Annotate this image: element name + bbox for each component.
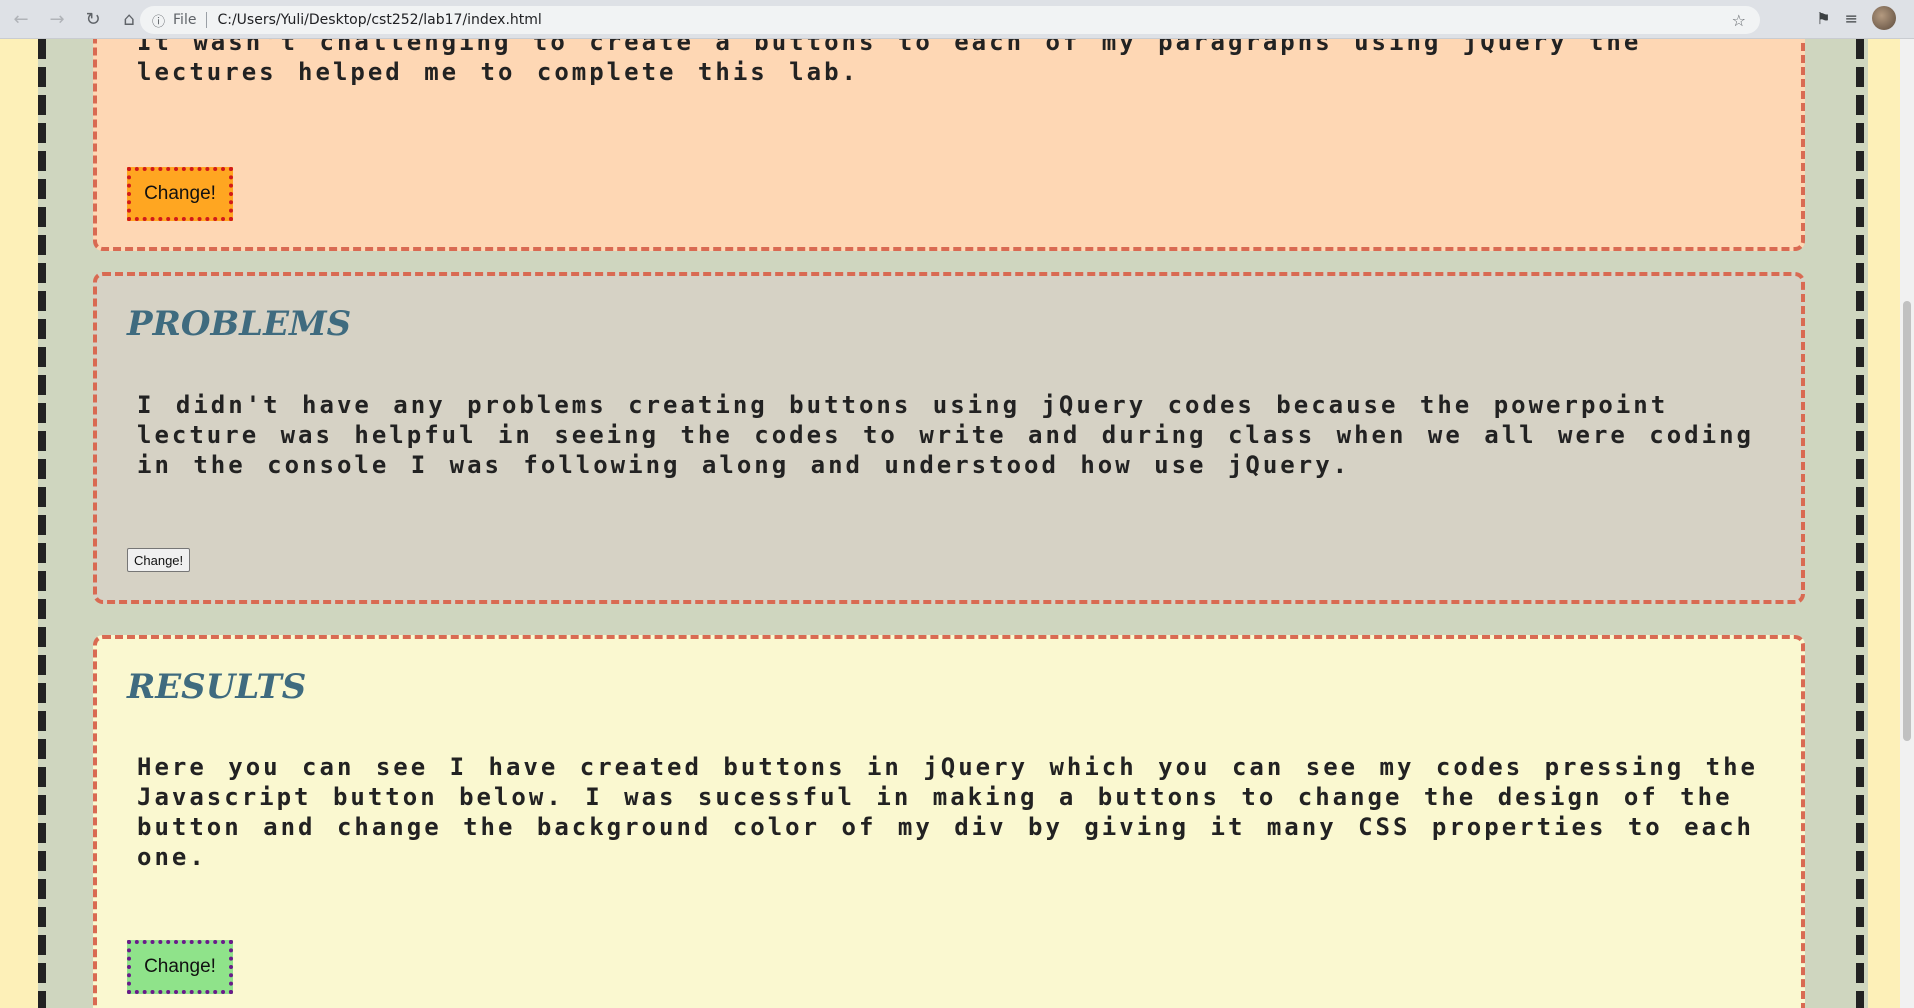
problems-title: PROBLEMS <box>127 304 352 344</box>
page-viewport: It wasn't challenging to create a button… <box>0 39 1900 1008</box>
right-dashed-border <box>1856 39 1864 1008</box>
left-dashed-border <box>38 39 46 1008</box>
scheme-label: File <box>173 12 197 28</box>
results-title: RESULTS <box>127 667 307 707</box>
address-divider <box>206 12 208 28</box>
scrollbar-thumb[interactable] <box>1903 301 1911 741</box>
problems-paragraph: I didn't have any problems creating butt… <box>137 391 1754 479</box>
forward-icon[interactable]: → <box>42 4 72 34</box>
address-bar[interactable]: ⓘ File C:/Users/Yuli/Desktop/cst252/lab1… <box>140 6 1760 34</box>
change-button-plain[interactable]: Change! <box>127 548 191 572</box>
page-scrollbar[interactable] <box>1900 39 1914 1008</box>
reading-list-icon[interactable]: ≡ <box>1845 9 1858 28</box>
intro-paragraph: It wasn't challenging to create a button… <box>137 39 1642 86</box>
intro-section: It wasn't challenging to create a button… <box>93 39 1805 251</box>
results-paragraph: Here you can see I have created buttons … <box>137 753 1758 871</box>
results-section: RESULTS Here you can see I have created … <box>93 635 1805 1008</box>
problems-section: PROBLEMS I didn't have any problems crea… <box>93 272 1805 604</box>
url-text[interactable]: C:/Users/Yuli/Desktop/cst252/lab17/index… <box>217 12 541 28</box>
reload-icon[interactable]: ↻ <box>78 4 108 34</box>
info-icon[interactable]: ⓘ <box>152 11 165 30</box>
profile-avatar[interactable] <box>1872 6 1896 30</box>
bookmark-star-icon[interactable]: ☆ <box>1732 11 1746 30</box>
extensions-icon[interactable]: ⚑ <box>1816 9 1830 28</box>
browser-toolbar: ← → ↻ ⌂ ⓘ File C:/Users/Yuli/Desktop/cst… <box>0 0 1914 39</box>
back-icon[interactable]: ← <box>6 4 36 34</box>
change-button-green[interactable]: Change! <box>127 940 233 994</box>
change-button-orange[interactable]: Change! <box>127 167 233 221</box>
